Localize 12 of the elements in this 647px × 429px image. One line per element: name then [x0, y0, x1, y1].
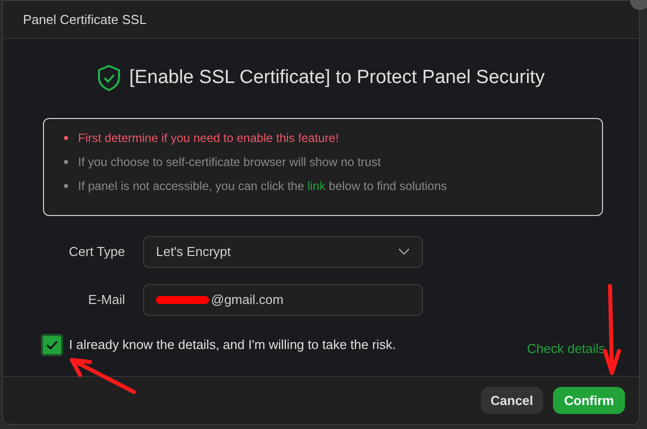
- cancel-button[interactable]: Cancel: [480, 387, 544, 414]
- email-field[interactable]: @gmail.com: [143, 284, 423, 316]
- field-label: Cert Type: [68, 242, 125, 261]
- dialog-heading: [Enable SSL Certificate] to Protect Panel Security: [129, 66, 545, 90]
- notice-text: If you choose to self-certificate browser will show no trust: [78, 154, 381, 170]
- agreement-label: I already know the details, and I'm willing to take the risk.: [69, 336, 396, 354]
- cert-type-select[interactable]: Let's Encrypt: [143, 236, 423, 268]
- dialog-title: Panel Certificate SSL: [23, 10, 147, 29]
- notice-text: First determine if you need to enable this feature!: [78, 130, 339, 146]
- field-label: E-Mail: [87, 290, 125, 309]
- notice-text: If panel is not accessible, you can click the link below to find solutions: [78, 178, 447, 194]
- check-details-link[interactable]: Check details: [527, 338, 606, 358]
